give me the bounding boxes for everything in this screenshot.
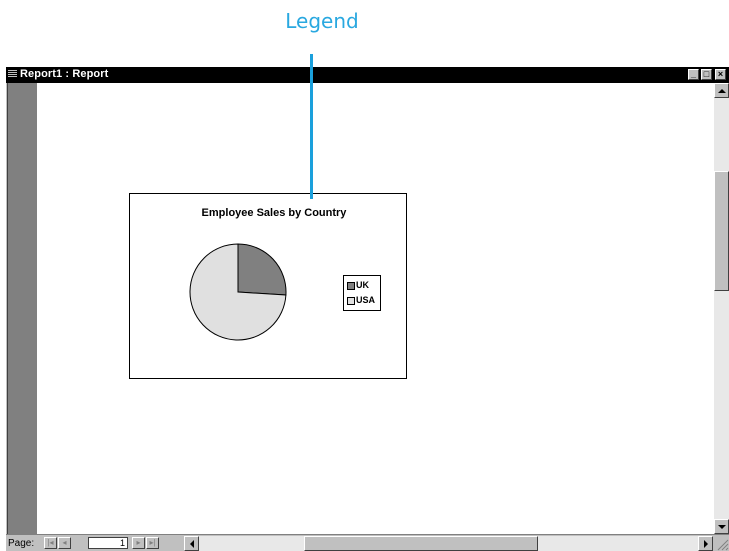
resize-grip-icon[interactable] [714,536,729,551]
arrow-up-icon [718,89,726,93]
chart-title: Employee Sales by Country [201,207,347,219]
previous-page-button[interactable]: ◂ [58,537,71,549]
pie-chart [189,243,287,341]
horizontal-scrollbar[interactable] [184,536,713,551]
vertical-scrollbar[interactable] [714,83,729,534]
arrow-right-icon [704,540,708,548]
legend-callout-label: Legend [285,9,359,33]
next-page-button[interactable]: ▸ [132,537,145,549]
scroll-up-button[interactable] [714,83,729,98]
title-bar[interactable]: Report1 : Report _ □ × [6,67,729,83]
page-number-input[interactable]: 1 [88,537,128,549]
window-title: Report1 : Report [20,68,109,80]
legend-label-uk: UK [356,280,369,290]
legend-swatch-usa [347,296,355,305]
legend-callout-line [310,54,313,199]
last-page-button[interactable]: ▸| [146,537,159,549]
page-margin [7,83,38,534]
horizontal-scroll-thumb[interactable] [304,536,538,551]
vertical-scroll-thumb[interactable] [714,171,729,291]
legend-item-usa: USA [347,295,375,307]
report-icon[interactable] [8,70,17,79]
legend-label-usa: USA [356,295,376,305]
minimize-button[interactable]: _ [688,69,699,80]
pie-slice-uk [237,243,287,296]
first-page-button[interactable]: |◂ [44,537,57,549]
maximize-button[interactable]: □ [701,69,712,80]
arrow-down-icon [718,525,726,529]
pie-chart-frame[interactable]: Employee Sales by Country UK USA [129,193,407,379]
scroll-right-button[interactable] [698,536,713,551]
scroll-down-button[interactable] [714,519,729,534]
close-button[interactable]: × [715,69,726,80]
legend-item-uk: UK [347,280,369,292]
arrow-left-icon [190,540,194,548]
legend-swatch-uk [347,281,355,290]
scroll-left-button[interactable] [184,536,199,551]
chart-legend[interactable]: UK USA [343,275,381,311]
navigation-bar: Page: |◂ ◂ 1 ▸ ▸| [6,534,729,551]
page-label: Page: [8,538,35,549]
